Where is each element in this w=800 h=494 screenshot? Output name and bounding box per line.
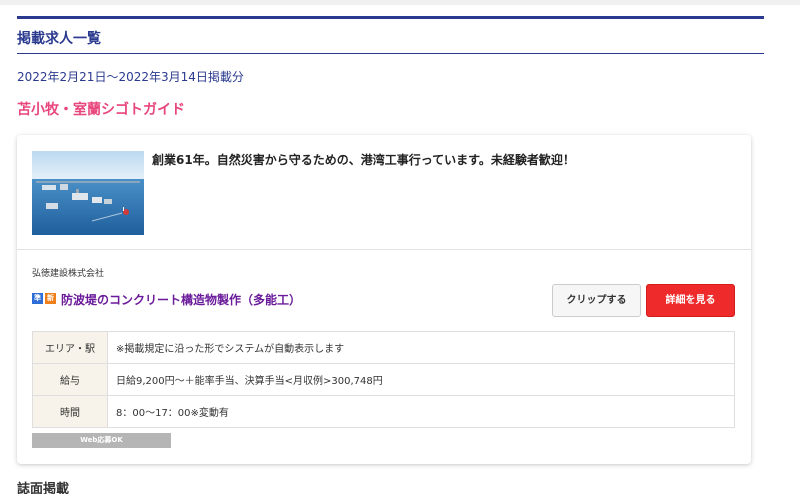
area-label: エリア・駅 xyxy=(32,331,108,364)
table-row: エリア・駅 ※掲載規定に沿った形でシステムが自動表示します xyxy=(32,331,735,364)
table-row: 時間 8：00～17：00※変動有 xyxy=(32,395,735,428)
divider xyxy=(17,249,751,250)
web-apply-badge: Web応募OK xyxy=(32,433,171,448)
period-text: 2022年2月21日～2022年3月14日掲載分 xyxy=(17,70,244,84)
section-title: 誌面掲載 xyxy=(17,482,70,494)
job-title-link[interactable]: 防波堤のコンクリート構造物製作（多能工） xyxy=(61,291,301,308)
salary-label: 給与 xyxy=(32,363,108,396)
badge-group: 準 新 xyxy=(32,293,56,304)
harbor-photo-icon xyxy=(32,151,144,235)
job-info-table: エリア・駅 ※掲載規定に沿った形でシステムが自動表示します 給与 日給9,200… xyxy=(32,331,735,428)
hours-value: 8：00～17：00※変動有 xyxy=(107,395,735,428)
job-card: 創業61年。自然災害から守るための、港湾工事行っています。未経験者歓迎！ 弘徳建… xyxy=(17,135,751,464)
list-header: 掲載求人一覧 xyxy=(17,16,764,54)
hours-label: 時間 xyxy=(32,395,108,428)
company-name: 弘徳建設株式会社 xyxy=(32,269,105,279)
area-value: ※掲載規定に沿った形でシステムが自動表示します xyxy=(107,331,735,364)
job-image[interactable] xyxy=(32,151,144,235)
new-badge: 新 xyxy=(45,293,56,304)
top-bar xyxy=(0,0,800,5)
page-title: 掲載求人一覧 xyxy=(17,31,101,47)
salary-value: 日給9,200円～＋能率手当、決算手当<月収例>300,748円 xyxy=(107,363,735,396)
table-row: 給与 日給9,200円～＋能率手当、決算手当<月収例>300,748円 xyxy=(32,363,735,396)
employment-type-badge: 準 xyxy=(32,293,43,304)
media-name: 苫小牧・室蘭シゴトガイド xyxy=(17,102,185,118)
catch-copy: 創業61年。自然災害から守るための、港湾工事行っています。未経験者歓迎！ xyxy=(152,153,575,167)
clip-button[interactable]: クリップする xyxy=(552,284,641,317)
detail-button[interactable]: 詳細を見る xyxy=(646,284,735,317)
